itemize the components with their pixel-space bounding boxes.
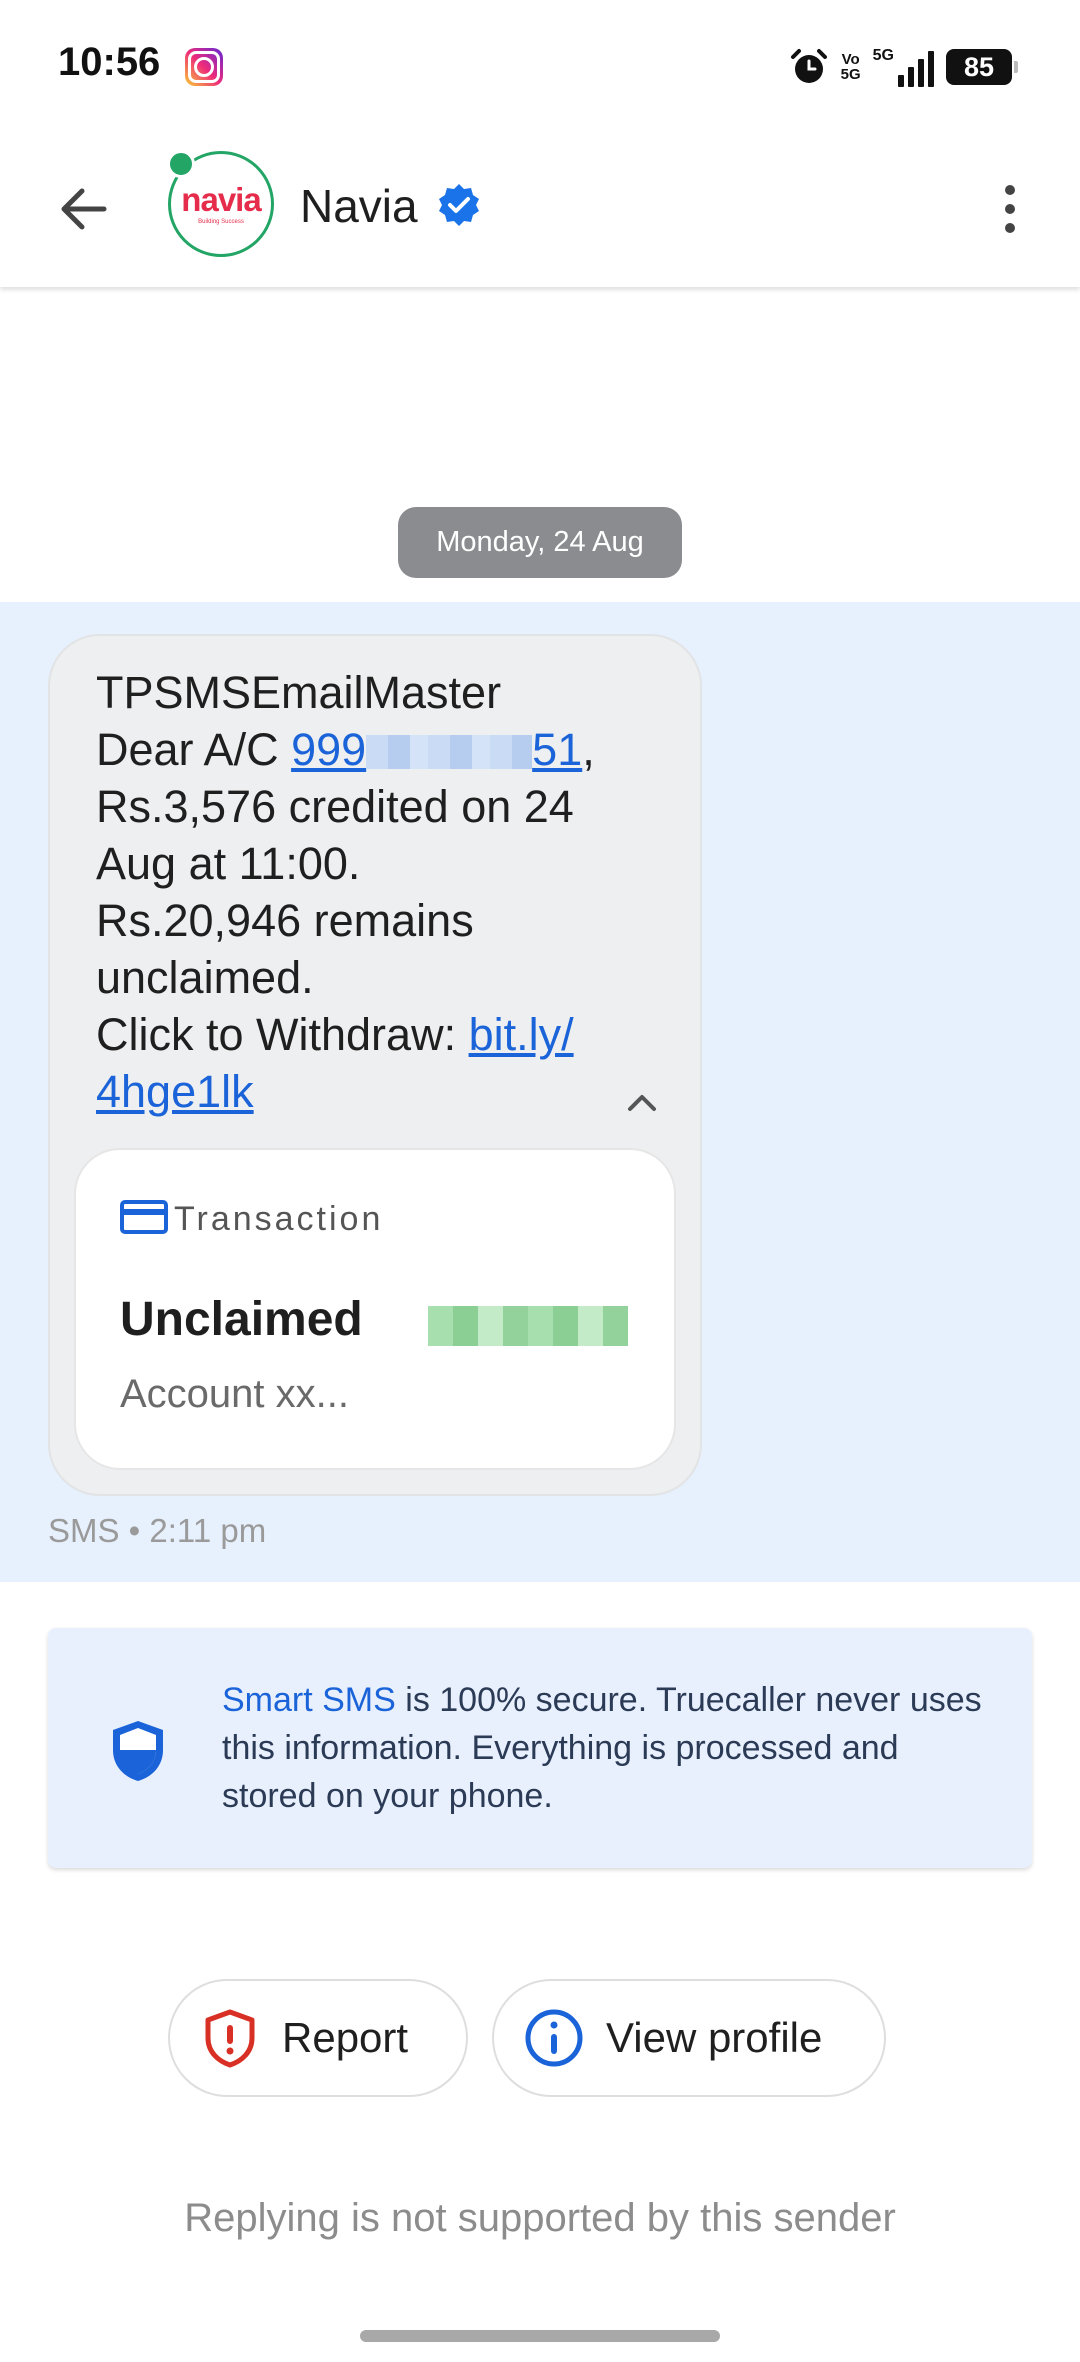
reply-not-supported-note: Replying is not supported by this sender xyxy=(184,2196,896,2240)
avatar-logo: navia xyxy=(181,181,261,218)
signal-icon: 5G xyxy=(873,47,934,87)
instagram-icon xyxy=(185,48,223,86)
dot xyxy=(1005,223,1015,233)
card-account: Account xx... xyxy=(120,1372,349,1416)
back-button[interactable] xyxy=(48,173,120,245)
message-line: unclaimed. xyxy=(96,952,314,1003)
chevron-up-icon[interactable] xyxy=(620,1081,664,1125)
redacted-amount xyxy=(428,1306,628,1346)
conversation-header: navia Building Success Navia xyxy=(0,135,1080,287)
contact-name[interactable]: Navia xyxy=(300,179,418,233)
volte-bottom: 5G xyxy=(840,66,861,83)
date-chip: Monday, 24 Aug xyxy=(398,507,682,578)
message-text-part: Click to Withdraw: xyxy=(96,1009,469,1060)
account-start: 999 xyxy=(291,724,367,775)
more-options-button[interactable] xyxy=(990,173,1030,245)
message-text: TPSMSEmailMaster Dear A/C 999 51, Rs.3,57… xyxy=(96,664,676,1120)
view-profile-button[interactable]: View profile xyxy=(492,1979,886,2097)
card-title: Unclaimed xyxy=(120,1293,363,1346)
dot xyxy=(1005,204,1015,214)
alarm-icon xyxy=(790,49,827,83)
message-meta: SMS • 2:11 pm xyxy=(48,1512,267,1549)
report-shield-icon xyxy=(205,2009,255,2068)
battery-icon: 85 xyxy=(946,49,1018,85)
credit-card-icon xyxy=(120,1200,168,1234)
arrow-left-icon xyxy=(61,188,107,230)
redacted-block xyxy=(366,735,533,769)
signal-bar xyxy=(908,67,914,87)
card-category: Transaction xyxy=(174,1200,384,1238)
message-line: 4hge1lk xyxy=(96,1063,676,1120)
message-text-part: , xyxy=(582,724,595,775)
volte-indicator: Vo 5G xyxy=(841,52,861,82)
business-badge-icon xyxy=(167,150,195,178)
avatar-logo-part: avia xyxy=(200,181,261,218)
account-number-link[interactable]: 999 51 xyxy=(291,724,582,775)
smart-sms-link[interactable]: Smart SMS xyxy=(222,1681,396,1719)
home-indicator[interactable] xyxy=(360,2330,720,2342)
message-line: Dear A/C 999 51, xyxy=(96,721,676,778)
message-line: Aug at 11:00. xyxy=(96,838,361,889)
battery-level: 85 xyxy=(963,51,995,82)
status-time: 10:56 xyxy=(58,40,161,84)
status-bar: 10:56 Vo 5G 5G 85 xyxy=(0,0,1080,135)
message-bubble[interactable]: TPSMSEmailMaster Dear A/C 999 51, Rs.3,57… xyxy=(48,634,702,1496)
report-button[interactable]: Report xyxy=(168,1979,468,2097)
signal-bar xyxy=(918,59,924,87)
avatar[interactable]: navia Building Success xyxy=(167,150,274,257)
avatar-logo-part: n xyxy=(181,181,201,218)
message-line: TPSMSEmailMaster xyxy=(96,667,502,718)
withdraw-link[interactable]: 4hge1lk xyxy=(96,1066,254,1117)
message-line: Rs.3,576 credited on 24 xyxy=(96,781,574,832)
message-line: Rs.20,946 remains xyxy=(96,895,474,946)
volte-top: Vo xyxy=(841,51,860,68)
message-text-part: Dear A/C xyxy=(96,724,292,775)
account-end: 51 xyxy=(532,724,583,775)
smart-sms-info-card: Smart SMS is 100% secure. Truecaller nev… xyxy=(48,1628,1032,1868)
shield-icon xyxy=(113,1721,163,1781)
avatar-tagline: Building Success xyxy=(198,219,244,225)
view-profile-label: View profile xyxy=(606,2014,823,2061)
verified-icon xyxy=(439,184,479,226)
transaction-card[interactable]: Transaction Unclaimed Account xx... xyxy=(74,1148,676,1470)
withdraw-link[interactable]: bit.ly/ xyxy=(469,1009,574,1060)
signal-bar xyxy=(898,75,904,87)
dot xyxy=(1005,185,1015,195)
info-icon xyxy=(525,2009,583,2067)
signal-bar xyxy=(928,51,934,87)
status-icons: Vo 5G 5G 85 xyxy=(789,42,1018,92)
info-text: Smart SMS is 100% secure. Truecaller nev… xyxy=(222,1676,1002,1820)
message-region: TPSMSEmailMaster Dear A/C 999 51, Rs.3,57… xyxy=(0,602,1080,1582)
network-type: 5G xyxy=(872,47,894,64)
report-label: Report xyxy=(282,2014,409,2061)
message-line: Click to Withdraw: bit.ly/ xyxy=(96,1006,676,1063)
